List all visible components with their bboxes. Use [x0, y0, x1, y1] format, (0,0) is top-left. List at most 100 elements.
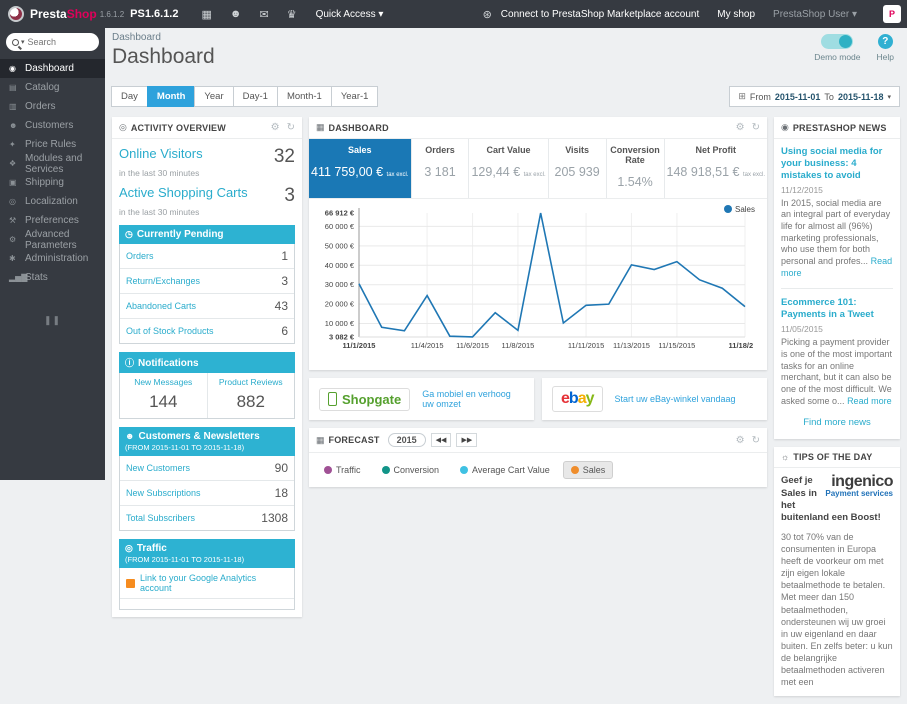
- kpi-orders[interactable]: Orders 3 181: [412, 139, 470, 198]
- refresh-icon[interactable]: ↻: [287, 122, 295, 133]
- kpi-sales[interactable]: Sales 411 759,00 € tax excl.: [309, 139, 412, 198]
- forecast-year[interactable]: 2015: [387, 433, 426, 447]
- date-range-picker[interactable]: ⊞ From 2015-11-01 To 2015-11-18 ▾: [729, 86, 900, 107]
- range-button-day-1[interactable]: Day-1: [232, 86, 278, 107]
- svg-text:11/1/2015: 11/1/2015: [343, 341, 376, 350]
- sales-chart: Sales 66 912 € 60 000 € 50 000 € 40 000 € 30…: [309, 199, 767, 370]
- refresh-icon[interactable]: ↻: [752, 435, 760, 446]
- my-shop-link[interactable]: My shop: [717, 9, 755, 20]
- kpi-visits[interactable]: Visits 205 939: [549, 139, 607, 198]
- sidebar-item-customers[interactable]: ☻ Customers: [0, 116, 105, 135]
- sidebar-item-advanced-parameters[interactable]: ⚙ Advanced Parameters: [0, 229, 105, 251]
- sidebar-item-label: Orders: [25, 101, 56, 112]
- sidebar-item-stats[interactable]: ▂▅▇ Stats: [0, 268, 105, 287]
- clock-icon: ◷: [125, 229, 133, 239]
- sidebar-item-catalog[interactable]: ▤ Catalog: [0, 78, 105, 97]
- sidebar-item-orders[interactable]: ▥ Orders: [0, 97, 105, 116]
- sidebar-item-modules[interactable]: ❖ Modules and Services: [0, 153, 105, 175]
- demo-mode-toggle[interactable]: [821, 34, 854, 49]
- chart-legend[interactable]: Sales: [723, 205, 755, 214]
- from-label: From: [749, 91, 771, 102]
- pending-row-orders[interactable]: Orders 1: [120, 244, 294, 269]
- customers-icon: ☻: [9, 121, 18, 130]
- sidebar-item-administration[interactable]: ✱ Administration: [0, 249, 105, 268]
- pending-row-returns[interactable]: Return/Exchanges 3: [120, 269, 294, 294]
- toggle-sales[interactable]: Sales: [562, 461, 614, 479]
- trophy-icon[interactable]: ♛: [287, 8, 297, 21]
- customers-quick-icon[interactable]: ☻: [230, 8, 242, 20]
- online-visitors-link[interactable]: Online Visitors: [119, 146, 274, 161]
- news-article-title[interactable]: Using social media for your business: 4 …: [781, 146, 893, 182]
- catalog-icon: ▤: [9, 83, 17, 92]
- ebay-link[interactable]: Start uw eBay-winkel vandaag: [615, 394, 736, 404]
- search-input[interactable]: [27, 37, 88, 47]
- dashboard-panel-icon: ▦: [316, 122, 325, 132]
- version-label: 1.6.1.2: [99, 9, 125, 19]
- traffic-header: ◎ Traffic (FROM 2015-11-01 TO 2015-11-18): [119, 539, 295, 568]
- pending-row-abandoned-carts[interactable]: Abandoned Carts 43: [120, 294, 294, 319]
- sidebar-item-shipping[interactable]: ▣ Shipping: [0, 173, 105, 192]
- sidebar-item-preferences[interactable]: ⚒ Preferences: [0, 211, 105, 230]
- search-caret-icon[interactable]: ▾: [21, 38, 25, 46]
- svg-text:50 000 €: 50 000 €: [325, 241, 355, 250]
- currently-pending-header: ◷ Currently Pending: [119, 225, 295, 244]
- user-avatar[interactable]: P: [883, 5, 901, 23]
- news-icon: ◉: [781, 122, 789, 132]
- row-new-subscriptions[interactable]: New Subscriptions 18: [120, 481, 294, 506]
- forecast-next-button[interactable]: ▶▶: [456, 433, 478, 447]
- kpi-cart-value[interactable]: Cart Value 129,44 € tax excl.: [469, 139, 549, 198]
- ebay-banner[interactable]: ebay Start uw eBay-winkel vandaag: [542, 378, 767, 420]
- date-caret-icon: ▾: [887, 93, 891, 101]
- main-content: Dashboard Dashboard Demo mode ? Help Day…: [105, 28, 907, 696]
- new-messages-cell[interactable]: New Messages 144: [120, 373, 207, 418]
- sidebar-item-dashboard[interactable]: ◉ Dashboard: [0, 59, 105, 78]
- svg-text:20 000 €: 20 000 €: [325, 300, 355, 309]
- svg-text:11/6/2015: 11/6/2015: [456, 341, 489, 350]
- marketplace-link[interactable]: Connect to PrestaShop Marketplace accoun…: [501, 9, 699, 20]
- forecast-prev-button[interactable]: ◀◀: [430, 433, 452, 447]
- news-article-body: Picking a payment provider is one of the…: [781, 337, 893, 406]
- help-label: Help: [876, 52, 894, 62]
- range-button-year-1[interactable]: Year-1: [330, 86, 379, 107]
- sidebar-item-price-rules[interactable]: ✦ Price Rules: [0, 135, 105, 154]
- read-more-link[interactable]: Read more: [847, 396, 892, 406]
- toggle-conversion[interactable]: Conversion: [374, 461, 448, 479]
- range-button-day[interactable]: Day: [111, 86, 148, 107]
- shopgate-banner[interactable]: Shopgate Ga mobiel en verhoog uw omzet: [309, 378, 534, 420]
- refresh-icon[interactable]: ↻: [752, 122, 760, 133]
- product-reviews-cell[interactable]: Product Reviews 882: [206, 373, 295, 418]
- messages-icon[interactable]: ✉: [259, 8, 268, 21]
- sidebar-collapse-icon[interactable]: ❚❚: [0, 315, 105, 326]
- kpi-net-profit[interactable]: Net Profit 148 918,51 € tax excl.: [665, 139, 768, 198]
- sidebar-search[interactable]: ▾: [6, 33, 99, 51]
- range-button-month[interactable]: Month: [146, 86, 196, 107]
- toggle-traffic[interactable]: Traffic: [316, 461, 369, 479]
- news-article-title[interactable]: Ecommerce 101: Payments in a Tweet: [781, 297, 893, 321]
- breadcrumb[interactable]: Dashboard: [112, 32, 814, 43]
- row-new-customers[interactable]: New Customers 90: [120, 456, 294, 481]
- range-button-year[interactable]: Year: [194, 86, 234, 107]
- gear-icon[interactable]: ⚙: [736, 122, 745, 133]
- pending-row-out-of-stock[interactable]: Out of Stock Products 6: [120, 319, 294, 343]
- active-carts-link[interactable]: Active Shopping Carts: [119, 185, 284, 200]
- range-button-month-1[interactable]: Month-1: [276, 86, 332, 107]
- shopgate-link[interactable]: Ga mobiel en verhoog uw omzet: [422, 389, 524, 409]
- sidebar-item-localization[interactable]: ◎ Localization: [0, 192, 105, 211]
- help-icon[interactable]: ?: [877, 34, 893, 49]
- google-analytics-link[interactable]: Link to your Google Analytics account: [120, 568, 294, 599]
- news-article-body: In 2015, social media are an integral pa…: [781, 197, 893, 278]
- gear-icon[interactable]: ⚙: [736, 435, 745, 446]
- row-total-subscribers[interactable]: Total Subscribers 1308: [120, 506, 294, 530]
- quick-access-menu[interactable]: Quick Access ▾: [316, 9, 384, 20]
- find-more-news-link[interactable]: Find more news: [781, 417, 893, 428]
- lightbulb-icon: ☼: [781, 452, 790, 463]
- user-menu[interactable]: PrestaShop User ▾: [773, 9, 857, 20]
- marketplace-icon: ⊛: [482, 8, 492, 21]
- gear-icon[interactable]: ⚙: [271, 122, 280, 133]
- globe-icon: ◎: [125, 543, 133, 553]
- toggle-average-cart-value[interactable]: Average Cart Value: [452, 461, 558, 479]
- kpi-conversion-rate[interactable]: Conversion Rate 1.54%: [607, 139, 665, 198]
- price-rules-icon: ✦: [9, 140, 16, 149]
- cart-icon[interactable]: ▦: [202, 8, 212, 21]
- forecast-panel-title: FORECAST: [328, 435, 380, 445]
